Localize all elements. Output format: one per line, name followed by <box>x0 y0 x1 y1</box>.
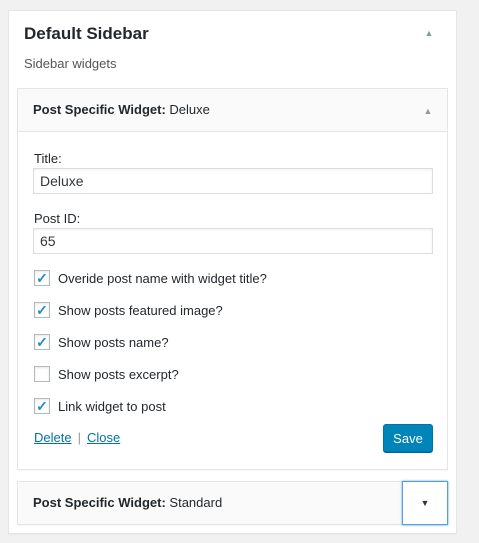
checkbox-posts-excerpt[interactable] <box>34 366 50 382</box>
widget-deluxe: Post Specific Widget: Deluxe ▲ Title: Po… <box>17 88 448 470</box>
checkbox-override-title[interactable]: ✓ <box>34 270 50 286</box>
widget-expand-icon[interactable]: ▼ <box>402 481 448 525</box>
option-label: Show posts featured image? <box>58 302 223 318</box>
checkbox-featured-image[interactable]: ✓ <box>34 302 50 318</box>
save-button[interactable]: Save <box>383 424 433 452</box>
option-label: Show posts name? <box>58 334 169 350</box>
option-label: Link widget to post <box>58 398 166 414</box>
widget-type-label: Post Specific Widget: <box>33 102 166 117</box>
widget-control-actions: Delete | Close <box>34 429 120 447</box>
title-input[interactable] <box>33 168 433 194</box>
widget-deluxe-header[interactable]: Post Specific Widget: Deluxe ▲ <box>18 89 447 132</box>
widget-deluxe-title: Post Specific Widget: Deluxe <box>33 102 210 117</box>
sidebar-title: Default Sidebar <box>24 24 149 43</box>
sidebar-collapse-icon[interactable]: ▲ <box>419 23 439 43</box>
widget-instance-name: Deluxe <box>169 102 210 117</box>
widget-standard-header[interactable]: Post Specific Widget: Standard ▼ <box>18 481 448 525</box>
option-label: Show posts excerpt? <box>58 366 179 382</box>
post-id-field-label: Post ID: <box>34 211 81 226</box>
delete-link[interactable]: Delete <box>34 430 72 445</box>
title-field-label: Title: <box>34 151 62 166</box>
checkbox-link-to-post[interactable]: ✓ <box>34 398 50 414</box>
option-link-to-post[interactable]: ✓ Link widget to post <box>34 398 166 414</box>
option-posts-excerpt[interactable]: Show posts excerpt? <box>34 366 179 382</box>
widget-standard: Post Specific Widget: Standard ▼ <box>17 481 448 525</box>
widget-standard-title: Post Specific Widget: Standard <box>33 495 222 510</box>
widget-instance-name: Standard <box>169 495 223 510</box>
widget-type-label: Post Specific Widget: <box>33 495 166 510</box>
sidebar-description: Sidebar widgets <box>24 56 117 71</box>
checkbox-posts-name[interactable]: ✓ <box>34 334 50 350</box>
post-id-input[interactable] <box>33 228 433 254</box>
action-separator: | <box>77 430 81 445</box>
default-sidebar-panel: Default Sidebar ▲ Sidebar widgets Post S… <box>8 10 457 534</box>
option-posts-name[interactable]: ✓ Show posts name? <box>34 334 169 350</box>
close-link[interactable]: Close <box>87 430 120 445</box>
option-override-title[interactable]: ✓ Overide post name with widget title? <box>34 270 267 286</box>
option-label: Overide post name with widget title? <box>58 270 267 286</box>
widget-collapse-icon[interactable]: ▲ <box>418 101 438 121</box>
option-featured-image[interactable]: ✓ Show posts featured image? <box>34 302 223 318</box>
